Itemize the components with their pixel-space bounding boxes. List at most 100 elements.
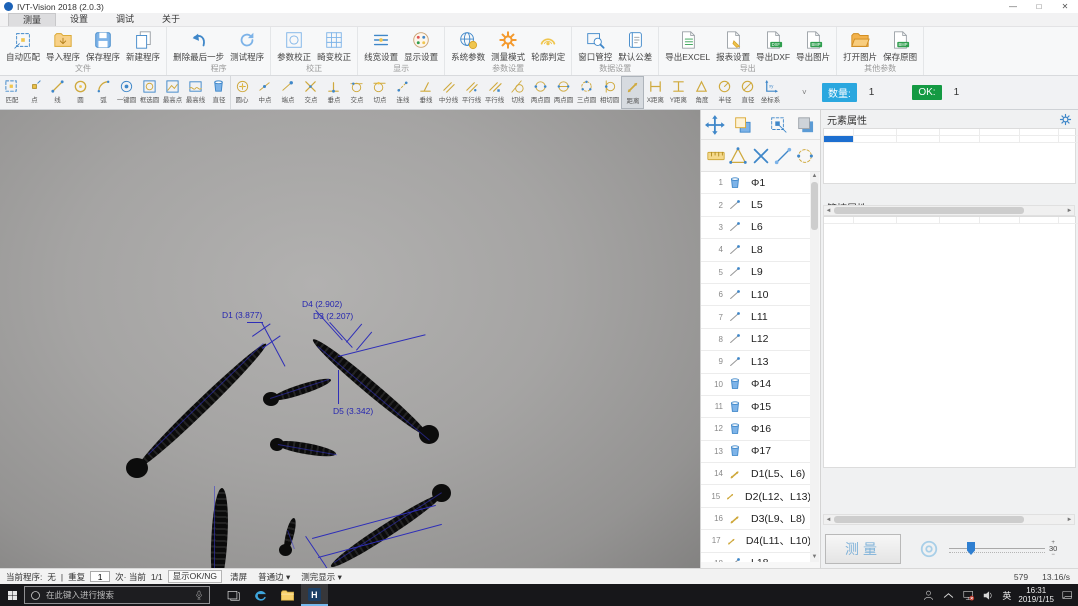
tool-button[interactable]: 交点 — [299, 76, 322, 109]
tool-button[interactable]: 连线 — [391, 76, 414, 109]
tool-button[interactable]: 两点圆 — [529, 76, 552, 109]
table-cell[interactable] — [897, 136, 940, 143]
repeat-count-input[interactable] — [90, 571, 110, 582]
ribbon-button[interactable]: 测试程序 — [227, 28, 267, 63]
copy-button[interactable] — [733, 115, 753, 135]
tool-button[interactable]: 半径 — [713, 76, 736, 109]
element-list-item[interactable]: 17D4(L11、L10) — [701, 530, 811, 552]
scrollbar-thumb[interactable] — [811, 182, 818, 230]
tool-button[interactable]: 弧 — [92, 76, 115, 109]
scroll-up-icon[interactable]: ▲ — [810, 172, 819, 181]
element-list-item[interactable]: 10Φ14 — [701, 374, 811, 396]
slider-decrease-button[interactable]: − — [1051, 552, 1055, 558]
ribbon-button[interactable]: 打开图片 — [840, 28, 880, 63]
ribbon-button[interactable]: 新建程序 — [123, 28, 163, 63]
filter-triangle-button[interactable] — [728, 146, 748, 166]
tool-button[interactable]: 一键圆 — [115, 76, 138, 109]
element-list-item[interactable]: 13Φ17 — [701, 441, 811, 463]
ribbon-button[interactable]: 线宽设置 — [361, 28, 401, 63]
element-list-item[interactable]: 16D3(L9、L8) — [701, 508, 811, 530]
people-icon[interactable] — [922, 589, 935, 602]
language-indicator[interactable]: 英 — [1002, 589, 1011, 602]
task-view-button[interactable] — [220, 584, 247, 606]
layers-button[interactable] — [796, 115, 816, 135]
tool-button[interactable]: 三点圆 — [575, 76, 598, 109]
chevron-up-icon[interactable] — [942, 589, 955, 602]
tool-button[interactable]: 最高点 — [161, 76, 184, 109]
network-icon[interactable] — [962, 589, 975, 602]
table-cell[interactable] — [940, 136, 980, 143]
element-list-item[interactable]: 5L9 — [701, 262, 811, 284]
tool-button[interactable]: 切线 — [506, 76, 529, 109]
move-button[interactable] — [705, 115, 725, 135]
table-cell[interactable] — [854, 136, 897, 143]
minimize-button[interactable]: — — [1000, 0, 1026, 13]
ribbon-button[interactable]: 轮廓判定 — [528, 28, 568, 63]
speaker-icon[interactable] — [982, 589, 995, 602]
menu-tab[interactable]: 设置 — [56, 13, 102, 26]
tool-button[interactable]: 距离 — [621, 76, 644, 109]
scrollbar-thumb[interactable] — [834, 516, 1024, 523]
element-list-item[interactable]: 18L18 — [701, 553, 811, 562]
ribbon-button[interactable]: 测量模式 — [488, 28, 528, 63]
filter-ruler-button[interactable] — [706, 146, 726, 166]
ribbon-button[interactable]: 导入程序 — [43, 28, 83, 63]
scroll-down-icon[interactable]: ▼ — [810, 553, 819, 562]
tool-button[interactable]: 匹配 — [0, 76, 23, 109]
element-list-item[interactable]: 8L12 — [701, 329, 811, 351]
menu-tab[interactable]: 测量 — [8, 13, 56, 26]
element-table-hscrollbar[interactable]: ◄► — [823, 205, 1075, 216]
taskbar-clock[interactable]: 16:31 2019/1/15 — [1018, 586, 1054, 604]
tool-button[interactable]: 直径 — [736, 76, 759, 109]
close-button[interactable]: ✕ — [1052, 0, 1078, 13]
table-cell[interactable] — [1059, 136, 1078, 143]
ribbon-button[interactable]: 保存程序 — [83, 28, 123, 63]
element-list-item[interactable]: 7L11 — [701, 306, 811, 328]
ribbon-button[interactable]: 窗口管控 — [575, 28, 615, 63]
table-cell[interactable] — [980, 136, 1020, 143]
taskbar-search-input[interactable]: 在此键入进行搜索 — [24, 586, 210, 604]
ribbon-button[interactable]: 系统参数 — [448, 28, 488, 63]
region-button[interactable] — [769, 115, 789, 135]
table-row[interactable] — [824, 136, 1075, 143]
slider-handle[interactable] — [967, 542, 975, 555]
taskbar-app-explorer[interactable] — [274, 584, 301, 606]
menu-tab[interactable]: 调试 — [102, 13, 148, 26]
done-display-dropdown[interactable]: 测完显示 ▾ — [298, 571, 345, 583]
properties-settings-button[interactable] — [1059, 113, 1072, 126]
element-list-item[interactable]: 2L5 — [701, 194, 811, 216]
filter-cross-button[interactable] — [751, 146, 771, 166]
tool-button[interactable]: 中点 — [253, 76, 276, 109]
tool-button[interactable]: Y距离 — [667, 76, 690, 109]
taskbar-app-ivt-vision[interactable]: H — [301, 584, 328, 606]
tool-button[interactable]: 垂点 — [322, 76, 345, 109]
mic-icon[interactable] — [194, 589, 204, 601]
tool-button[interactable]: 角度 — [690, 76, 713, 109]
taskbar-app-edge[interactable] — [247, 584, 274, 606]
element-list-item[interactable]: 6L10 — [701, 284, 811, 306]
element-list-item[interactable]: 12Φ16 — [701, 418, 811, 440]
element-list-item[interactable]: 15D2(L12、L13) — [701, 485, 811, 507]
measure-button[interactable]: 测量 — [825, 534, 901, 564]
tool-button[interactable]: 两点圆 — [552, 76, 575, 109]
filter-line-button[interactable] — [773, 146, 793, 166]
clear-screen-button[interactable]: 清屏 — [227, 571, 250, 583]
maximize-button[interactable]: □ — [1026, 0, 1052, 13]
tool-button[interactable]: 端点 — [276, 76, 299, 109]
element-list-item[interactable]: 3L6 — [701, 217, 811, 239]
ribbon-button[interactable]: 导出EXCEL — [662, 28, 713, 63]
element-list-item[interactable]: 1Φ1 — [701, 172, 811, 194]
ribbon-button[interactable]: DXF导出DXF — [753, 28, 793, 63]
ribbon-button[interactable]: 显示设置 — [401, 28, 441, 63]
edge-mode-dropdown[interactable]: 普通边 ▾ — [255, 571, 293, 583]
element-list-item[interactable]: 11Φ15 — [701, 396, 811, 418]
table-cell[interactable] — [824, 136, 854, 143]
tool-button[interactable]: 交点 — [345, 76, 368, 109]
tool-button[interactable]: 圆心 — [230, 76, 253, 109]
tool-button[interactable]: 线 — [46, 76, 69, 109]
threshold-slider[interactable] — [949, 541, 1045, 557]
element-list-item[interactable]: 14D1(L5、L6) — [701, 463, 811, 485]
start-button[interactable] — [0, 584, 24, 606]
tool-button[interactable]: 框选圆 — [138, 76, 161, 109]
image-viewport[interactable]: D1 (3.877) D4 (2.902) D3 (2.207) D5 (3.3… — [0, 110, 700, 568]
